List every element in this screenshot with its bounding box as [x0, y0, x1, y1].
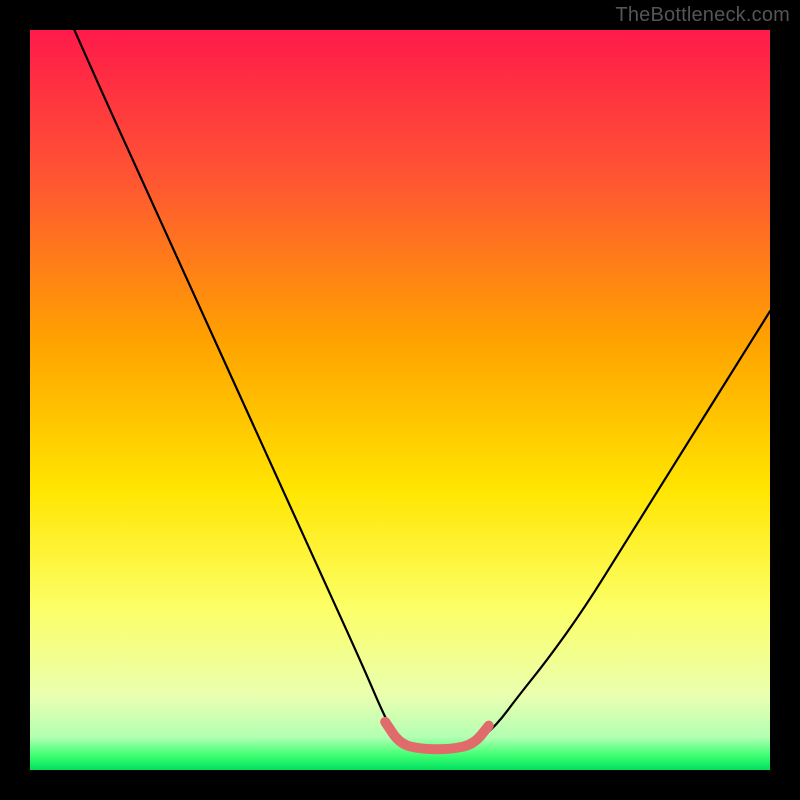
chart-svg: [30, 30, 770, 770]
chart-container: TheBottleneck.com: [0, 0, 800, 800]
gradient-background: [30, 30, 770, 770]
plot-area: [30, 30, 770, 770]
watermark-text: TheBottleneck.com: [615, 4, 790, 27]
